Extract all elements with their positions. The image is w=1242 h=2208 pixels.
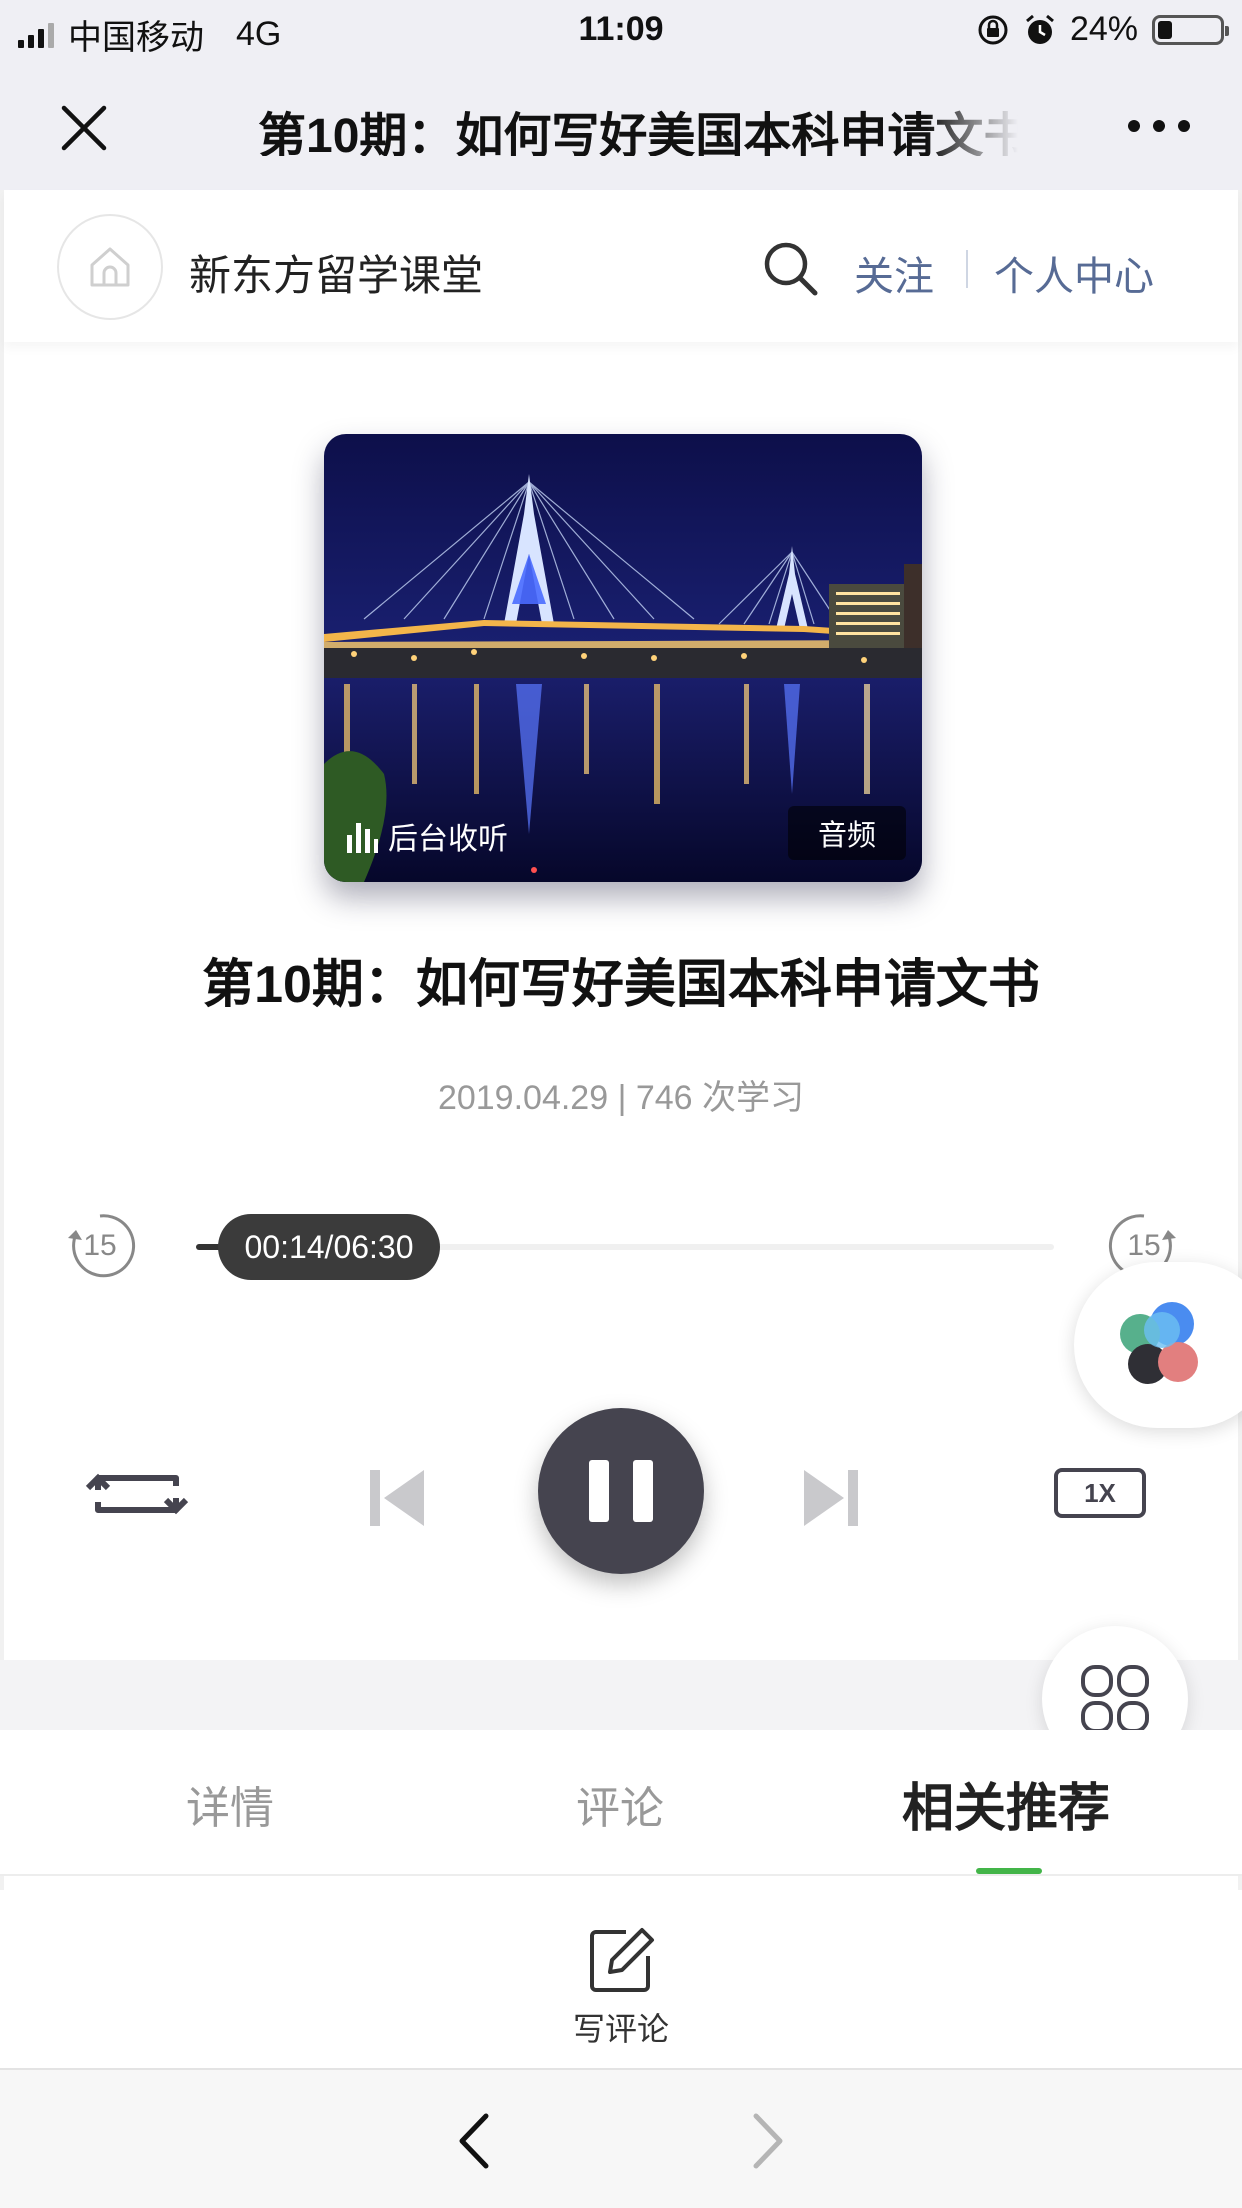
channel-header: 新东方留学课堂 关注 个人中心 [4,190,1238,342]
multi-circle-logo-icon [1120,1302,1198,1384]
nav-bar: 第10期：如何写好美国本科申请文书 [0,62,1242,190]
audio-bars-icon [347,823,378,853]
pause-button[interactable] [538,1408,704,1574]
home-button[interactable] [57,214,163,320]
page-title: 第10期：如何写好美国本科申请文书 [258,110,1018,156]
rotation-lock-icon [978,15,1008,44]
close-icon[interactable] [56,100,112,156]
forward-arrow-icon[interactable] [746,2110,790,2172]
edit-icon [590,1928,654,1992]
alarm-icon [1025,14,1054,44]
follow-link[interactable]: 关注 [854,244,934,302]
floating-app-bubble[interactable] [1074,1262,1242,1428]
status-bar: 中国移动 4G 11:09 24% [0,0,1242,62]
progress-time-bubble[interactable]: 00:14/06:30 [218,1214,440,1280]
divider [966,250,968,288]
battery-percent: 24% [1069,10,1138,48]
tab-details[interactable]: 详情 [186,1772,274,1836]
background-listen-button[interactable]: 后台收听 [344,814,508,858]
episode-meta: 2019.04.29 | 746 次学习 [437,1079,805,1117]
episode-title: 第10期：如何写好美国本科申请文书 [202,956,1040,1014]
skip-back-button[interactable]: 15 [58,1204,142,1288]
write-comment-button[interactable]: 写评论 [560,1920,682,2050]
repeat-icon[interactable] [84,1462,190,1526]
channel-name[interactable]: 新东方留学课堂 [189,242,483,303]
more-icon[interactable] [1128,120,1190,134]
next-track-icon[interactable] [798,1464,864,1530]
main-content: 新东方留学课堂 关注 个人中心 后台收听 音频 第10期：如何写好美国本科申请文… [0,190,1242,1890]
active-tab-indicator [976,1868,1042,1874]
background-listen-label: 后台收听 [388,823,508,856]
tab-bar: 详情 评论 相关推荐 [0,1730,1242,1876]
profile-link[interactable]: 个人中心 [994,244,1154,302]
pause-icon-bar-left [589,1460,609,1522]
status-right: 24% [976,10,1229,49]
battery-level [1158,20,1172,39]
back-arrow-icon[interactable] [452,2110,496,2172]
tab-recommendations[interactable]: 相关推荐 [902,1766,1110,1841]
battery-icon [1152,14,1229,45]
browser-toolbar [0,2068,1242,2208]
home-icon [90,247,130,287]
cover-image: 后台收听 音频 [324,434,922,882]
playback-speed-button[interactable]: 1X [1054,1468,1146,1518]
skip-back-label: 15 [83,1229,117,1262]
audio-type-badge: 音频 [787,806,906,860]
previous-track-icon[interactable] [364,1464,430,1530]
tab-comments[interactable]: 评论 [576,1772,664,1836]
search-icon[interactable] [760,238,820,298]
pause-icon-bar-right [633,1460,653,1522]
grid-icon [1081,1665,1149,1733]
write-comment-label: 写评论 [572,2011,669,2047]
